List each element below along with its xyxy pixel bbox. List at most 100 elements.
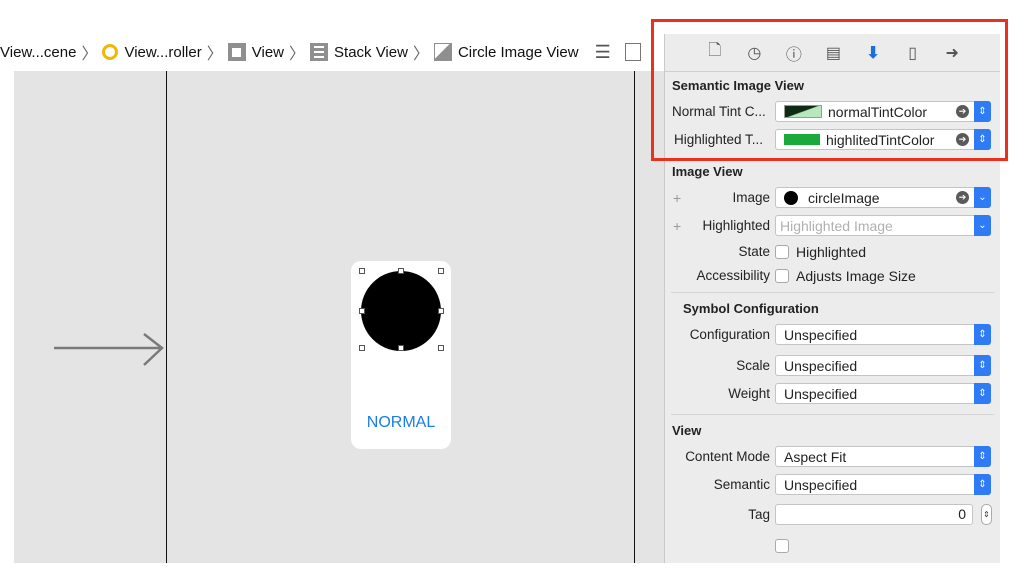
user-interaction-checkbox[interactable] <box>775 539 789 553</box>
image-label: Image <box>732 190 770 205</box>
section-title-semantic-image-view: Semantic Image View <box>672 78 804 93</box>
attributes-inspector-icon[interactable]: ⬇ <box>862 43 884 63</box>
scale-row: Scale Unspecified ⇕ <box>665 352 1000 380</box>
content-mode-select[interactable]: Aspect Fit ⇕ <box>775 446 991 467</box>
chevron-updown-icon[interactable]: ⇕ <box>974 446 991 467</box>
stack-view-container[interactable]: NORMAL <box>351 261 451 449</box>
image-view-icon <box>433 43 452 61</box>
resize-handle[interactable] <box>438 345 444 351</box>
history-inspector-icon[interactable]: ◷ <box>743 43 765 63</box>
highlighted-tint-color-field[interactable]: highlitedTintColor ➔ ⇕ <box>775 129 991 150</box>
chevron-updown-icon[interactable]: ⇕ <box>974 324 991 345</box>
scene-border-left <box>166 71 167 563</box>
chevron-down-icon[interactable]: ⌄ <box>974 187 991 208</box>
semantic-row: Semantic Unspecified ⇕ <box>665 471 1000 499</box>
circle-image-view[interactable] <box>361 271 441 351</box>
scene-border-right <box>634 71 635 563</box>
stack-view-icon <box>310 43 329 61</box>
weight-label: Weight <box>728 386 770 401</box>
semantic-value: Unspecified <box>784 476 858 493</box>
chevron-right-icon: 〉 <box>412 46 429 63</box>
resize-handle[interactable] <box>398 345 404 351</box>
content-mode-row: Content Mode Aspect Fit ⇕ <box>665 443 1000 471</box>
size-inspector-icon[interactable]: ▯ <box>902 43 924 63</box>
normal-tint-value: normalTintColor <box>828 103 928 120</box>
scale-value: Unspecified <box>784 357 858 374</box>
chevron-updown-icon[interactable]: ⇕ <box>974 355 991 376</box>
file-inspector-icon[interactable]: 🗋 <box>704 39 726 66</box>
adjusts-image-size-checkbox[interactable] <box>775 269 789 283</box>
image-preview-icon <box>784 190 798 205</box>
divider <box>671 414 994 415</box>
highlighted-tint-row: Highlighted T... highlitedTintColor ➔ ⇕ <box>665 126 1000 154</box>
breadcrumb-item-view-controller[interactable]: View...roller <box>102 44 202 61</box>
section-title-view: View <box>672 423 702 438</box>
highlighted-checkbox[interactable] <box>775 245 789 259</box>
adjusts-image-size-label: Adjusts Image Size <box>796 268 916 284</box>
breadcrumb-item-scene[interactable]: View...cene <box>0 44 76 61</box>
chevron-updown-icon[interactable]: ⇕ <box>974 129 991 150</box>
tag-label: Tag <box>748 507 770 522</box>
highlighted-checkbox-label: Highlighted <box>796 244 867 260</box>
connections-inspector-icon[interactable]: ➜ <box>941 43 963 63</box>
inspector-toolbar: 🗋 ◷ ⓘ ▤ ⬇ ▯ ➜ <box>665 34 1000 72</box>
chevron-down-icon[interactable]: ⌄ <box>974 215 991 236</box>
align-lines-icon[interactable]: ☰ <box>595 42 611 63</box>
accessibility-row: Accessibility Adjusts Image Size <box>665 264 1000 288</box>
highlighted-image-label: Highlighted <box>702 218 770 233</box>
highlighted-image-field[interactable]: Highlighted Image ⌄ <box>775 215 991 236</box>
chevron-right-icon: 〉 <box>289 46 306 63</box>
tag-field[interactable]: 0 <box>775 504 973 525</box>
breadcrumb-item-view[interactable]: View <box>227 43 284 61</box>
breadcrumb-item-circle-image-view[interactable]: Circle Image View <box>433 43 579 61</box>
stepper-icon[interactable]: ⇕ <box>981 504 992 525</box>
configuration-label: Configuration <box>689 327 770 342</box>
scale-label: Scale <box>736 358 770 373</box>
highlighted-tint-label: Highlighted T... <box>674 132 764 147</box>
chevron-right-icon: 〉 <box>206 46 223 63</box>
semantic-select[interactable]: Unspecified ⇕ <box>775 474 991 495</box>
image-value: circleImage <box>808 189 880 206</box>
attributes-inspector: 🗋 ◷ ⓘ ▤ ⬇ ▯ ➜ Semantic Image View Normal… <box>664 34 1000 563</box>
go-arrow-icon[interactable]: ➔ <box>956 105 969 118</box>
configuration-row: Configuration Unspecified ⇕ <box>665 321 1000 349</box>
split-editor-icon[interactable] <box>624 43 641 61</box>
highlighted-tint-swatch <box>784 134 820 145</box>
go-arrow-icon[interactable]: ➔ <box>956 133 969 146</box>
breadcrumb-label: Stack View <box>334 43 408 61</box>
image-field[interactable]: circleImage ➔ ⌄ <box>775 187 991 208</box>
normal-tint-row: Normal Tint C... normalTintColor ➔ ⇕ <box>665 98 1000 126</box>
plus-icon[interactable]: + <box>673 184 681 212</box>
initial-entry-arrow-icon <box>54 333 164 366</box>
breadcrumb-label: Circle Image View <box>457 43 579 61</box>
weight-select[interactable]: Unspecified ⇕ <box>775 383 991 404</box>
quick-help-icon[interactable]: ⓘ <box>783 41 805 65</box>
plus-icon[interactable]: + <box>673 212 681 240</box>
configuration-select[interactable]: Unspecified ⇕ <box>775 324 991 345</box>
storyboard-canvas[interactable]: NORMAL <box>14 71 664 563</box>
breadcrumb-item-stack-view[interactable]: Stack View <box>310 43 408 61</box>
go-arrow-icon[interactable]: ➔ <box>956 191 969 204</box>
resize-handle[interactable] <box>438 268 444 274</box>
section-title-symbol-configuration: Symbol Configuration <box>683 301 819 316</box>
identity-inspector-icon[interactable]: ▤ <box>822 43 844 63</box>
resize-handle[interactable] <box>359 345 365 351</box>
chevron-updown-icon[interactable]: ⇕ <box>974 101 991 122</box>
highlighted-image-row: + Highlighted Highlighted Image ⌄ <box>665 212 1000 240</box>
chevron-updown-icon[interactable]: ⇕ <box>974 383 991 404</box>
normal-tint-label: Normal Tint C... <box>672 104 766 119</box>
normal-button[interactable]: NORMAL <box>351 414 451 432</box>
resize-handle[interactable] <box>359 268 365 274</box>
chevron-updown-icon[interactable]: ⇕ <box>974 474 991 495</box>
scale-select[interactable]: Unspecified ⇕ <box>775 355 991 376</box>
accessibility-label: Accessibility <box>696 268 770 283</box>
weight-row: Weight Unspecified ⇕ <box>665 380 1000 408</box>
resize-handle[interactable] <box>438 308 444 314</box>
resize-handle[interactable] <box>398 268 404 274</box>
section-title-image-view: Image View <box>672 164 743 179</box>
normal-tint-color-field[interactable]: normalTintColor ➔ ⇕ <box>775 101 991 122</box>
resize-handle[interactable] <box>359 308 365 314</box>
state-row: State Highlighted <box>665 240 1000 264</box>
view-controller-icon <box>102 44 119 60</box>
normal-tint-swatch <box>784 105 822 118</box>
